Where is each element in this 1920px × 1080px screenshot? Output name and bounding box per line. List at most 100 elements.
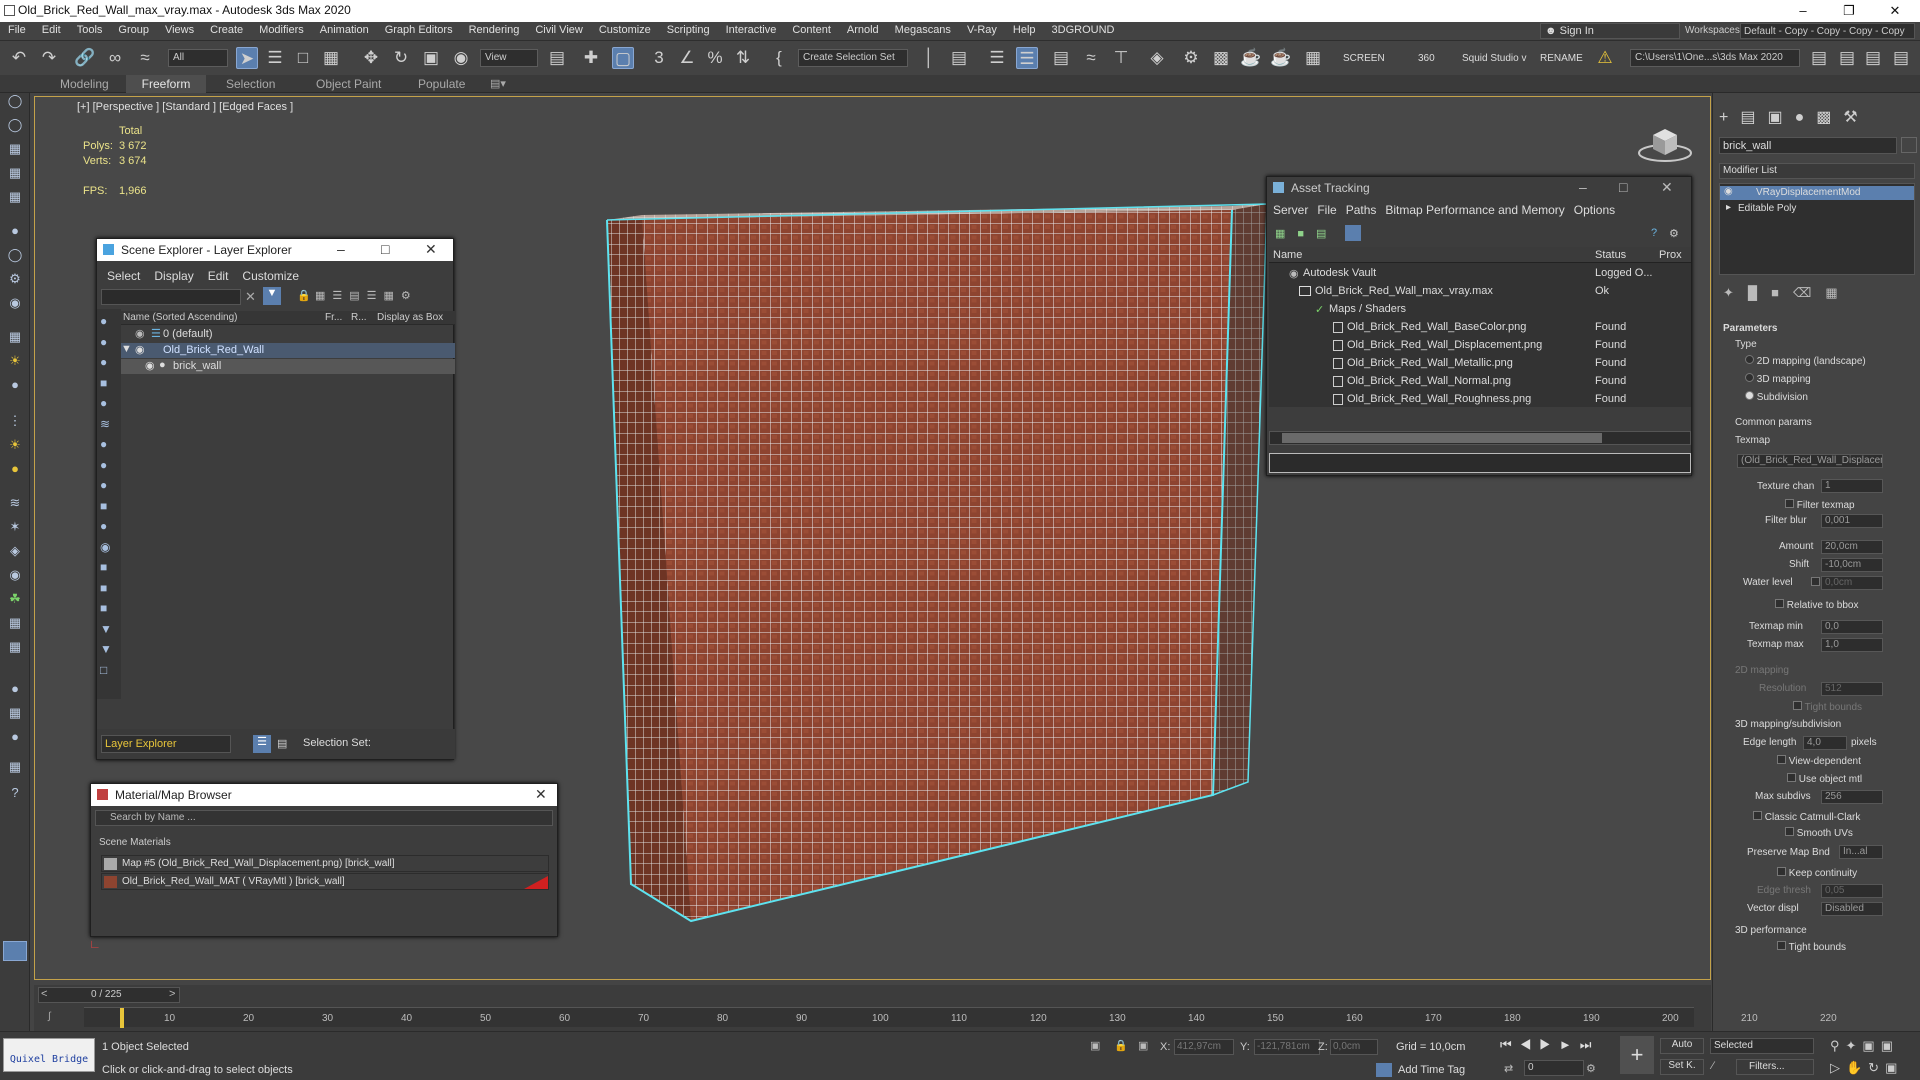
project-path-dropdown[interactable]: C:\Users\1\One...s\3ds Max 2020 [1630,49,1800,67]
texmap-min-spinner[interactable]: 0,0 [1821,620,1883,634]
filters-button[interactable]: Filters... [1736,1059,1814,1075]
se-layer-tools-icon[interactable]: ▦☰▤☰▦⚙ [315,289,418,302]
material-item-vraymtl[interactable]: Old_Brick_Red_Wall_MAT ( VRayMtl ) [bric… [101,873,549,890]
selection-set-icon[interactable]: ▤ [277,737,287,750]
asset-row[interactable]: Old_Brick_Red_Wall_Displacement.png Found [1269,337,1691,355]
render-production-icon[interactable]: ☕ [1240,47,1262,69]
menu-interactive[interactable]: Interactive [718,22,785,40]
grid-tool-icon[interactable]: ≋ [5,495,25,513]
amount-spinner[interactable]: 20,0cm [1821,540,1883,554]
squid-studio-button[interactable]: Squid Studio v [1462,53,1527,64]
select-by-name-icon[interactable]: ☰ [264,47,286,69]
project-folder-icon[interactable]: ▤ [1808,47,1830,69]
edge-length-spinner[interactable]: 4,0 [1803,736,1847,750]
viewcube-icon[interactable] [1635,125,1695,165]
tool-e-icon[interactable]: ▦ [5,705,25,723]
se-row-default[interactable]: ◉ ☰ 0 (default) [121,327,455,342]
sun-icon[interactable]: ☀ [5,353,25,371]
button-360[interactable]: 360 [1418,53,1435,64]
hierarchy-icon[interactable]: ▦ [5,141,25,159]
menu-tools[interactable]: Tools [69,22,111,40]
3dground-icon[interactable]: ▦ [1302,47,1324,69]
asset-hscrollbar[interactable] [1269,431,1691,445]
catmull-clark-checkbox[interactable]: Classic Catmull-Clark [1753,811,1860,823]
tight-bounds-3d-checkbox[interactable]: Tight bounds [1777,941,1846,953]
prev-frame-icon[interactable]: < [41,988,47,1000]
schematic-view-icon[interactable]: ⊤ [1110,47,1132,69]
at-menu-paths[interactable]: Paths [1346,203,1377,217]
parameters-title[interactable]: Parameters [1723,323,1777,334]
menu-create[interactable]: Create [202,22,251,40]
camera-icon[interactable]: ◯ [5,247,25,265]
absolute-mode-icon[interactable]: ▣ [1138,1039,1148,1052]
isolate-selection-icon[interactable]: ▣ [1090,1039,1100,1052]
angle-snap-icon[interactable]: ∠ [676,47,698,69]
sign-in-button[interactable]: ☻ Sign In [1540,23,1680,39]
project-create-icon[interactable]: ▤ [1862,47,1884,69]
light-icon[interactable]: ● [5,223,25,241]
set-key-button[interactable]: Set K. [1660,1059,1704,1075]
menu-graph-editors[interactable]: Graph Editors [377,22,461,40]
max-subdivs-spinner[interactable]: 256 [1821,790,1883,804]
preserve-map-dropdown[interactable]: In...al [1839,845,1883,859]
vector-displ-dropdown[interactable]: Disabled [1821,902,1883,916]
asset-row[interactable]: ✓ Maps / Shaders [1269,301,1691,319]
asset-col-proxy[interactable]: Prox [1659,249,1682,261]
set-key-icon[interactable]: + [1620,1036,1654,1074]
rotate-icon[interactable]: ↻ [390,47,412,69]
move-icon[interactable]: ✥ [360,47,382,69]
asset-row[interactable]: ◉ Autodesk Vault Logged O... [1269,265,1691,283]
menu-scripting[interactable]: Scripting [659,22,718,40]
undo-icon[interactable]: ↶ [8,47,30,69]
menu-animation[interactable]: Animation [312,22,377,40]
rename-button[interactable]: RENAME [1540,53,1583,64]
menu-content[interactable]: Content [784,22,839,40]
se-search-input[interactable] [101,289,241,305]
material-item-map[interactable]: Map #5 (Old_Brick_Red_Wall_Displacement.… [101,855,549,872]
water-level-spinner[interactable]: 0,0cm [1821,576,1883,590]
menu-civil-view[interactable]: Civil View [527,22,590,40]
edit-named-selection-icon[interactable]: { [768,47,790,69]
tab-selection[interactable]: Selection [216,75,285,93]
current-frame-field[interactable]: 0 [1524,1060,1584,1076]
tight-bounds-checkbox[interactable]: Tight bounds [1793,701,1862,713]
screen-button[interactable]: SCREEN [1343,53,1385,64]
command-panel-tabs[interactable]: +▤▣●▩⚒ [1719,107,1870,127]
align-icon[interactable]: ▤ [948,47,970,69]
tab-object-paint[interactable]: Object Paint [306,75,391,93]
time-slider[interactable]: < 0 / 225 > [38,987,180,1003]
se-row-layer[interactable]: ▼ ◉ Old_Brick_Red_Wall [121,343,455,358]
type-2d-radio[interactable]: 2D mapping (landscape) [1745,355,1866,367]
viewport-nav-icons-top[interactable]: ⚲✦▣▣ [1830,1038,1899,1054]
at-toolbar-icons[interactable]: ▦■▤ [1275,227,1338,240]
tab-freeform[interactable]: Freeform [126,75,206,93]
asset-row[interactable]: Old_Brick_Red_Wall_Metallic.png Found [1269,355,1691,373]
light-bulb-icon[interactable]: ☀ [5,437,25,455]
script-icon[interactable]: ▦ [5,759,25,777]
next-frame-icon[interactable]: > [169,988,175,1000]
eye-icon[interactable]: ◉ [135,327,145,340]
object-color-swatch[interactable] [1901,137,1917,153]
type-subdivision-radio[interactable]: Subdivision [1745,391,1808,403]
key-filter-dropdown[interactable]: Selected [1710,1038,1814,1054]
se-menu-display[interactable]: Display [154,269,193,283]
render-setup-icon[interactable]: ⚙ [1180,47,1202,69]
asset-tracking-maximize[interactable]: □ [1619,179,1627,195]
sphere-gold-icon[interactable]: ● [5,461,25,479]
asset-tracking-titlebar[interactable]: Asset Tracking – □ ✕ [1267,177,1691,199]
menu-file[interactable]: File [0,22,34,40]
add-time-tag-button[interactable]: Add Time Tag [1398,1064,1465,1076]
selection-lock-icon[interactable]: 🔒 [1114,1039,1128,1052]
material-editor-icon[interactable]: ◈ [1146,47,1168,69]
minimize-button[interactable]: – [1780,0,1826,22]
window-crossing-icon[interactable]: ▦ [320,47,342,69]
layer-hierarchy-icon[interactable]: ☰ [253,735,271,753]
at-view-icon[interactable] [1345,225,1361,241]
sphere-icon[interactable]: ● [5,377,25,395]
collapse-arrow-icon[interactable]: ▼ [121,343,132,355]
shape-icon[interactable]: ▦ [5,329,25,347]
mirror-icon[interactable]: │ [918,47,940,69]
at-menu-options[interactable]: Options [1574,203,1615,217]
tab-modeling[interactable]: Modeling [50,75,119,93]
eye-icon[interactable]: ◉ [135,343,145,356]
